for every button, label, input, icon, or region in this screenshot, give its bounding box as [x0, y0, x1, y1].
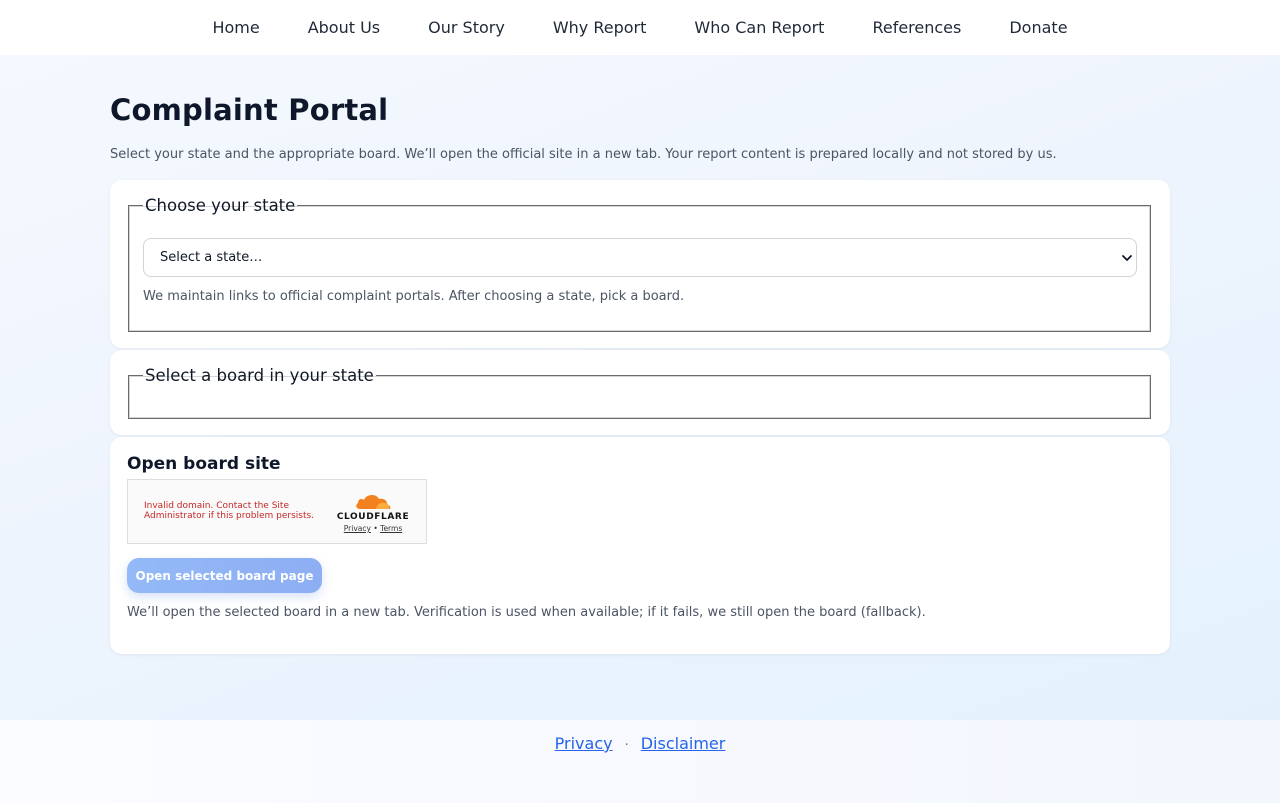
page-intro: Select your state and the appropriate bo… [110, 147, 1057, 162]
open-board-button[interactable]: Open selected board page [127, 558, 322, 593]
board-card: Select a board in your state [110, 350, 1170, 435]
captcha-widget[interactable]: Invalid domain. Contact the Site Adminis… [127, 479, 427, 544]
board-fieldset: Select a board in your state [128, 366, 1151, 419]
board-legend: Select a board in your state [145, 366, 374, 385]
nav-link-home[interactable]: Home [188, 0, 283, 55]
cloud-icon [356, 494, 391, 509]
footer-privacy-link[interactable]: Privacy [555, 734, 613, 753]
nav-link-our-story[interactable]: Our Story [404, 0, 529, 55]
footer-separator: · [624, 738, 629, 753]
cloudflare-wordmark: CLOUDFLARE [336, 512, 410, 522]
nav-link-references[interactable]: References [848, 0, 985, 55]
captcha-error-text: Invalid domain. Contact the Site Adminis… [144, 501, 315, 521]
state-card: Choose your state Select a state… We mai… [110, 180, 1170, 348]
page-title: Complaint Portal [110, 93, 389, 127]
chevron-down-icon [1122, 255, 1132, 261]
state-select-value: Select a state… [160, 250, 263, 265]
state-select[interactable]: Select a state… [143, 238, 1137, 277]
open-board-heading: Open board site [127, 454, 281, 474]
nav-link-who-can-report[interactable]: Who Can Report [670, 0, 848, 55]
footer: Privacy · Disclaimer [0, 720, 1280, 803]
nav-link-why-report[interactable]: Why Report [529, 0, 671, 55]
captcha-terms-link[interactable]: Terms [380, 524, 402, 533]
cloudflare-logo: CLOUDFLARE Privacy • Terms [336, 492, 410, 533]
nav-link-donate[interactable]: Donate [985, 0, 1091, 55]
nav-link-about-us[interactable]: About Us [284, 0, 404, 55]
state-help-text: We maintain links to official complaint … [143, 289, 685, 304]
footer-disclaimer-link[interactable]: Disclaimer [641, 734, 726, 753]
open-board-card: Open board site Invalid domain. Contact … [110, 437, 1170, 654]
state-legend: Choose your state [145, 196, 296, 215]
open-board-help-text: We’ll open the selected board in a new t… [127, 605, 926, 620]
captcha-privacy-link[interactable]: Privacy [344, 524, 371, 533]
captcha-link-separator: • [373, 524, 378, 533]
top-navigation: Home About Us Our Story Why Report Who C… [0, 0, 1280, 55]
